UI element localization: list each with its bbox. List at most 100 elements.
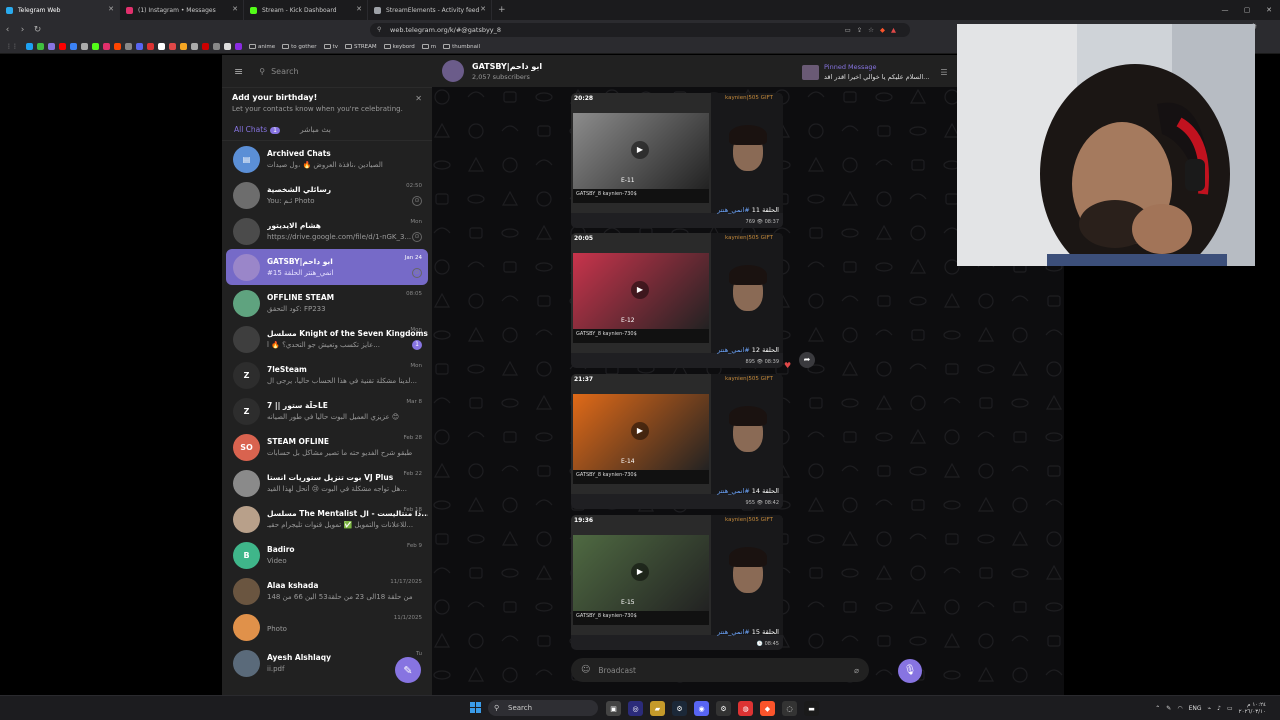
channel-post[interactable]: GATSBY_8 kaynien-730$ E-15 ▶ 19:36 kaynien|5… xyxy=(571,515,783,650)
windows-start-icon[interactable] xyxy=(470,702,482,714)
channel-post[interactable]: GATSBY_8 kaynien-730$ E-11 ▶ 20:28 kaynien|5… xyxy=(571,93,783,228)
network-icon[interactable]: ⌁ xyxy=(1208,705,1212,712)
emoji-icon[interactable]: ☺ xyxy=(581,665,590,675)
chat-list-item[interactable]: OFFLINE STEAM كود التحقق: FP233 08:05 xyxy=(226,285,428,321)
attach-icon[interactable]: ⌀ xyxy=(854,666,859,675)
site-info-icon[interactable]: ⚲ xyxy=(377,23,381,37)
apps-grid-icon[interactable]: ⋮⋮ xyxy=(6,43,18,50)
task-view-icon[interactable]: ▣ xyxy=(606,701,621,716)
video-preview[interactable]: GATSBY_8 kaynien-730$ E-15 ▶ 19:36 kaynien|5… xyxy=(571,515,783,635)
channel-avatar[interactable] xyxy=(442,60,464,82)
bookmark-favicon-icon[interactable] xyxy=(114,43,121,50)
volume-icon[interactable]: ♪ xyxy=(1217,705,1221,712)
browser-tab[interactable]: Stream - Kick Dashboard ✕ xyxy=(244,0,368,20)
bookmark-favicon-icon[interactable] xyxy=(169,43,176,50)
minimize-icon[interactable]: — xyxy=(1214,0,1236,20)
chat-list-item[interactable]: GATSBY|ابو داحم #انمي_هنتر الحلقة 15 Jan 2… xyxy=(226,249,428,285)
bookmark-favicon-icon[interactable] xyxy=(59,43,66,50)
chat-list-item[interactable]: Alaa kshada من حلقة 18الى 23 من حلقة53 ال… xyxy=(226,573,428,609)
bookmark-folder[interactable]: m xyxy=(421,44,436,50)
bookmark-favicon-icon[interactable] xyxy=(180,43,187,50)
microphone-button[interactable]: 🎙 xyxy=(898,659,922,683)
chat-list-item[interactable]: ▤ Archived Chats الصيادين ،نافذة العروض 🔥 … xyxy=(226,141,428,177)
bookmark-favicon-icon[interactable] xyxy=(191,43,198,50)
chat-list-item[interactable]: Photo 11/1/2025 xyxy=(226,609,428,645)
bookmark-favicon-icon[interactable] xyxy=(26,43,33,50)
steam-icon[interactable]: ⚙ xyxy=(672,701,687,716)
channel-post[interactable]: GATSBY_8 kaynien-730$ E-12 ▶ 20:05 kaynien|5… xyxy=(571,233,783,368)
chat-list-item[interactable]: B Badiro Video Feb 9 xyxy=(226,537,428,573)
close-icon[interactable]: ✕ xyxy=(480,5,486,13)
bookmark-folder[interactable]: thumbnail xyxy=(443,44,480,50)
chat-list-item[interactable]: SO STEAM OFLINE طبقو شرح الفديو حته ما تصي… xyxy=(226,429,428,465)
bookmark-favicon-icon[interactable] xyxy=(213,43,220,50)
bookmark-favicon-icon[interactable] xyxy=(92,43,99,50)
bookmark-favicon-icon[interactable] xyxy=(81,43,88,50)
hashtag[interactable]: #انمي_هنتر xyxy=(717,206,749,214)
pinned-list-icon[interactable]: ☰ xyxy=(940,68,947,77)
heart-reaction-icon[interactable]: ♥ xyxy=(784,361,791,370)
maximize-icon[interactable]: ▢ xyxy=(1236,0,1258,20)
bookmark-favicon-icon[interactable] xyxy=(235,43,242,50)
play-icon[interactable]: ▶ xyxy=(631,141,649,159)
browser-tab[interactable]: StreamElements - Activity feed ✕ xyxy=(368,0,492,20)
bookmark-folder[interactable]: tv xyxy=(323,44,338,50)
close-window-icon[interactable]: ✕ xyxy=(1258,0,1280,20)
bookmark-favicon-icon[interactable] xyxy=(224,43,231,50)
browser-tab[interactable]: (1) Instagram • Messages ✕ xyxy=(120,0,244,20)
chat-list-item[interactable]: مسلسل The Mentalist ذا منتاليست - ال...ل… xyxy=(226,501,428,537)
bookmark-folder[interactable]: keybord xyxy=(383,44,415,50)
search-input[interactable]: ⚲ Search xyxy=(259,67,298,76)
forward-icon[interactable]: › xyxy=(15,25,30,35)
app-icon[interactable]: ◌ xyxy=(782,701,797,716)
terminal-icon[interactable]: ▬ xyxy=(804,701,819,716)
play-icon[interactable]: ▶ xyxy=(631,281,649,299)
back-icon[interactable]: ‹ xyxy=(0,25,15,35)
play-icon[interactable]: ▶ xyxy=(631,563,649,581)
close-icon[interactable]: ✕ xyxy=(108,5,114,13)
close-icon[interactable]: ✕ xyxy=(356,5,362,13)
new-tab-button[interactable]: + xyxy=(498,5,506,15)
bookmark-favicon-icon[interactable] xyxy=(70,43,77,50)
chat-list-item[interactable]: مسلسل Knight of the Seven Kingdoms ... عا… xyxy=(226,321,428,357)
share-icon[interactable]: ⇪ xyxy=(857,26,868,34)
address-bar[interactable]: ⚲ web.telegram.org/k/#@gatsbyy_8 ▭⇪☆◆▲ xyxy=(370,23,910,37)
bookmark-favicon-icon[interactable] xyxy=(202,43,209,50)
star-icon[interactable]: ☆ xyxy=(868,26,880,34)
language-indicator[interactable]: ENG xyxy=(1189,705,1202,712)
channel-post[interactable]: GATSBY_8 kaynien-730$ E-14 ▶ 21:37 kaynien|5… xyxy=(571,374,783,509)
wifi-icon[interactable]: ◠ xyxy=(1177,705,1182,712)
pinned-message[interactable]: Pinned Message السلام عليكم يا خوالي اخي… xyxy=(802,63,948,81)
play-icon[interactable]: ▶ xyxy=(631,422,649,440)
brave-browser-icon[interactable]: ◆ xyxy=(760,701,775,716)
bookmark-favicon-icon[interactable] xyxy=(48,43,55,50)
chat-list-item[interactable]: رسائلي الشخصية You: ئـم Photo 02:50 ⊙ xyxy=(226,177,428,213)
bookmark-favicon-icon[interactable] xyxy=(136,43,143,50)
battery-icon[interactable]: ▭ xyxy=(1227,705,1233,712)
install-icon[interactable]: ▭ xyxy=(845,26,857,34)
discord-icon[interactable]: ◎ xyxy=(628,701,643,716)
folder-tab[interactable]: All Chats 1 xyxy=(234,125,280,134)
video-preview[interactable]: GATSBY_8 kaynien-730$ E-11 ▶ 20:28 kaynien|5… xyxy=(571,93,783,213)
message-composer[interactable]: ☺ Broadcast ⌀ xyxy=(571,658,869,682)
taskbar-search[interactable]: ⚲ Search xyxy=(488,700,598,716)
close-icon[interactable]: ✕ xyxy=(232,5,238,13)
bookmark-favicon-icon[interactable] xyxy=(103,43,110,50)
chat-list-item[interactable]: Z 7leSteam لدينا مشكلة تقنية في هذا الحساب… xyxy=(226,357,428,393)
bookmark-favicon-icon[interactable] xyxy=(158,43,165,50)
bookmark-folder[interactable]: anime xyxy=(249,44,275,50)
chat-list-item[interactable]: هشام الايديتور https://drive.google.com/f… xyxy=(226,213,428,249)
close-icon[interactable]: ✕ xyxy=(415,94,422,103)
obs-icon[interactable]: ◍ xyxy=(738,701,753,716)
file-explorer-icon[interactable]: ▰ xyxy=(650,701,665,716)
hashtag[interactable]: #انمي_هنتر xyxy=(717,628,749,636)
settings-icon[interactable]: ⚙ xyxy=(716,701,731,716)
chevron-up-icon[interactable]: ⌃ xyxy=(1155,705,1160,712)
menu-icon[interactable]: ≡ xyxy=(234,65,243,78)
pen-icon[interactable]: ✎ xyxy=(1166,705,1171,712)
bookmark-favicon-icon[interactable] xyxy=(125,43,132,50)
browser-tab[interactable]: Telegram Web ✕ xyxy=(0,0,120,20)
birthday-banner[interactable]: Add your birthday! Let your contacts kno… xyxy=(222,87,432,119)
hashtag[interactable]: #انمي_هنتر xyxy=(717,487,749,495)
bookmark-folder[interactable]: STREAM xyxy=(344,44,377,50)
